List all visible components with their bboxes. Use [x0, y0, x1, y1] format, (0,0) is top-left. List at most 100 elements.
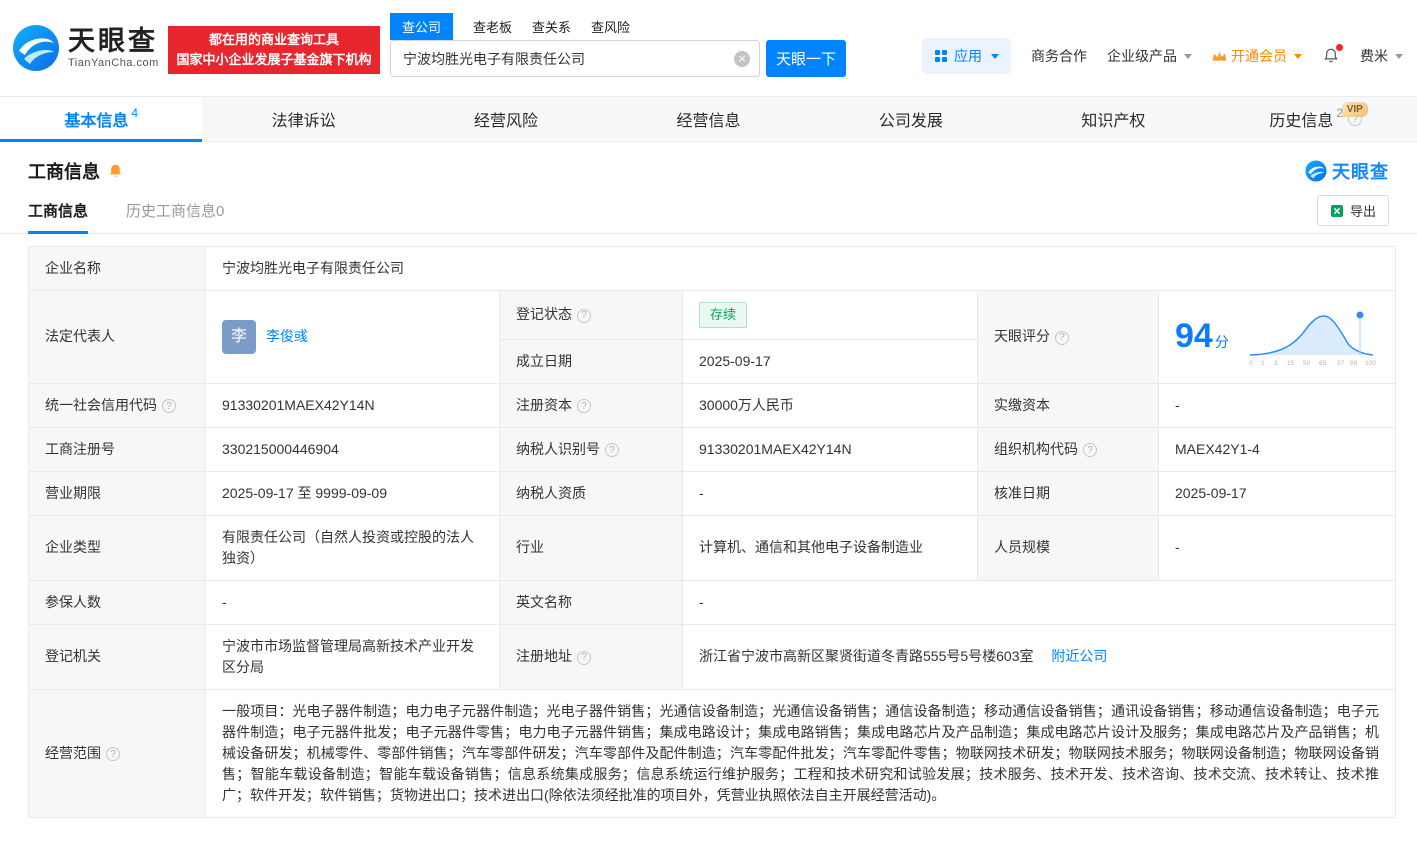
- score-distribution-chart[interactable]: 0 1 3 15 50 65 97 99 100: [1245, 305, 1379, 369]
- row-reg-authority: 登记机关 宁波市市场监督管理局高新技术产业开发区分局 注册地址 浙江省宁波市高新…: [28, 623, 1396, 690]
- help-icon[interactable]: [577, 650, 591, 665]
- search-input-wrap: [390, 40, 760, 77]
- help-icon[interactable]: [577, 308, 591, 323]
- taxpayer-quality-value: -: [682, 470, 978, 516]
- site-header: 天眼查 TianYanCha.com 都在用的商业查询工具 国家中小企业发展子基…: [0, 0, 1417, 96]
- tab-history-info[interactable]: VIP 历史信息 2: [1215, 97, 1417, 141]
- help-icon[interactable]: [162, 399, 176, 413]
- search-tab-company[interactable]: 查公司: [390, 13, 454, 40]
- chevron-down-icon: [1184, 53, 1192, 59]
- tab-operation-info-label: 经营信息: [676, 113, 741, 130]
- subtab-history-business-info[interactable]: 历史工商信息0: [126, 188, 224, 233]
- reg-authority-label: 登记机关: [28, 623, 206, 690]
- score-number: 94: [1175, 317, 1213, 356]
- svg-text:3: 3: [1274, 360, 1278, 367]
- row-business-scope: 经营范围 一般项目：光电子器件制造；电力电子元器件制造；光电子器件销售；光通信设…: [28, 688, 1396, 818]
- nearby-companies-link[interactable]: 附近公司: [1051, 648, 1107, 664]
- promo-banner: 都在用的商业查询工具 国家中小企业发展子基金旗下机构: [168, 26, 380, 74]
- score-label: 天眼评分: [994, 328, 1050, 345]
- staff-size-value: -: [1158, 514, 1396, 581]
- search-tab-risk[interactable]: 查风险: [591, 13, 630, 40]
- reg-capital-label: 注册资本: [516, 396, 572, 413]
- tab-legal-proceedings[interactable]: 法律诉讼: [202, 97, 404, 141]
- paid-capital-value: -: [1158, 382, 1396, 428]
- search-tab-relation[interactable]: 查关系: [532, 13, 571, 40]
- company-nav-tabs: 基本信息 4 法律诉讼 经营风险 经营信息 公司发展 知识产权 VIP 历史信息…: [0, 96, 1417, 142]
- help-icon[interactable]: [577, 399, 591, 413]
- tab-company-development[interactable]: 公司发展: [810, 97, 1012, 141]
- brand-domain: TianYanCha.com: [68, 56, 159, 69]
- subscribe-bell-icon[interactable]: [107, 163, 124, 180]
- svg-text:50: 50: [1303, 360, 1311, 367]
- brand-name: 天眼查: [68, 26, 158, 57]
- industry-label: 行业: [499, 514, 683, 581]
- nav-business-cooperation[interactable]: 商务合作: [1031, 46, 1087, 66]
- search-area: 查公司 查老板 查关系 查风险 天眼一下: [390, 13, 846, 77]
- reg-capital-label-cell: 注册资本: [499, 382, 683, 428]
- score-label-cell: 天眼评分: [977, 290, 1159, 384]
- svg-text:99: 99: [1350, 360, 1358, 367]
- row-business-term: 营业期限 2025-09-17 至 9999-09-09 纳税人资质 - 核准日…: [28, 470, 1396, 516]
- help-icon[interactable]: [1083, 443, 1097, 457]
- nav-open-vip[interactable]: 开通会员: [1212, 46, 1302, 66]
- tab-intellectual-property[interactable]: 知识产权: [1012, 97, 1214, 141]
- business-term-value: 2025-09-17 至 9999-09-09: [205, 470, 500, 516]
- search-tab-boss[interactable]: 查老板: [473, 13, 512, 40]
- legal-rep-cell: 李 李俊彧: [205, 290, 500, 384]
- business-scope-label-cell: 经营范围: [28, 688, 206, 818]
- clear-icon[interactable]: [734, 50, 750, 67]
- notification-bell-icon[interactable]: [1322, 44, 1343, 65]
- chevron-down-icon: [1395, 53, 1403, 59]
- company-type-label: 企业类型: [28, 514, 206, 581]
- svg-text:1: 1: [1261, 360, 1265, 367]
- insured-count-value: -: [205, 579, 500, 625]
- site-logo[interactable]: 天眼查 TianYanCha.com: [12, 24, 159, 72]
- subtabs-bar: 工商信息 历史工商信息0 导出: [0, 188, 1417, 234]
- excel-export-icon: [1330, 204, 1343, 217]
- tab-operation-info[interactable]: 经营信息: [607, 97, 809, 141]
- business-info-table: 企业名称 宁波均胜光电子有限责任公司 法定代表人 李 李俊彧 登记状态 存续 天…: [28, 246, 1396, 818]
- reg-address-value: 浙江省宁波市高新区聚贤街道冬青路555号5号楼603室: [699, 648, 1034, 664]
- help-icon[interactable]: [605, 443, 619, 457]
- reg-address-value-cell: 浙江省宁波市高新区聚贤街道冬青路555号5号楼603室 附近公司: [682, 623, 1396, 690]
- export-button[interactable]: 导出: [1316, 195, 1389, 226]
- section-title-business-info: 工商信息: [28, 158, 124, 184]
- score-cell: 94 分 0 1 3 15 50 65 97 99 100: [1158, 290, 1396, 384]
- apps-grid-icon: [935, 50, 947, 62]
- tab-basic-info-label: 基本信息: [64, 113, 129, 130]
- tab-intellectual-property-label: 知识产权: [1081, 113, 1146, 130]
- score-value: 94 分: [1175, 311, 1229, 362]
- reg-address-label: 注册地址: [516, 648, 572, 664]
- score-unit: 分: [1214, 334, 1229, 351]
- credit-code-value: 91330201MAEX42Y14N: [205, 382, 500, 428]
- taxpayer-quality-label: 纳税人资质: [499, 470, 683, 516]
- nav-enterprise-products[interactable]: 企业级产品: [1107, 46, 1192, 66]
- row-reg-number: 工商注册号 330215000446904 纳税人识别号 91330201MAE…: [28, 426, 1396, 472]
- promo-line1: 都在用的商业查询工具: [208, 31, 339, 47]
- tab-operation-risk-label: 经营风险: [474, 113, 539, 130]
- apps-menu[interactable]: 应用: [922, 38, 1011, 74]
- establish-date-value: 2025-09-17: [682, 338, 978, 384]
- reg-number-label: 工商注册号: [28, 426, 206, 472]
- tab-operation-risk[interactable]: 经营风险: [405, 97, 607, 141]
- legal-rep-link[interactable]: 李俊彧: [266, 326, 308, 347]
- search-button[interactable]: 天眼一下: [766, 40, 846, 77]
- reg-number-value: 330215000446904: [205, 426, 500, 472]
- taxpayer-id-label: 纳税人识别号: [516, 440, 600, 457]
- tab-legal-proceedings-label: 法律诉讼: [271, 113, 336, 130]
- logo-text: 天眼查 TianYanCha.com: [68, 26, 159, 69]
- subtab-business-info[interactable]: 工商信息: [28, 188, 89, 234]
- chevron-down-icon: [1294, 53, 1302, 59]
- notification-dot: [1336, 44, 1343, 51]
- row-credit-code: 统一社会信用代码 91330201MAEX42Y14N 注册资本 30000万人…: [28, 382, 1396, 428]
- user-menu[interactable]: 费米: [1360, 46, 1403, 66]
- reg-status-label-cell: 登记状态: [499, 290, 683, 340]
- help-icon[interactable]: [106, 747, 120, 761]
- help-icon[interactable]: [1055, 330, 1069, 345]
- search-input[interactable]: [390, 40, 760, 77]
- business-term-label: 营业期限: [28, 470, 206, 516]
- tab-basic-info[interactable]: 基本信息 4: [0, 97, 203, 142]
- legal-rep-avatar[interactable]: 李: [222, 319, 256, 354]
- svg-text:100: 100: [1365, 360, 1376, 367]
- promo-line2: 国家中小企业发展子基金旗下机构: [176, 52, 372, 67]
